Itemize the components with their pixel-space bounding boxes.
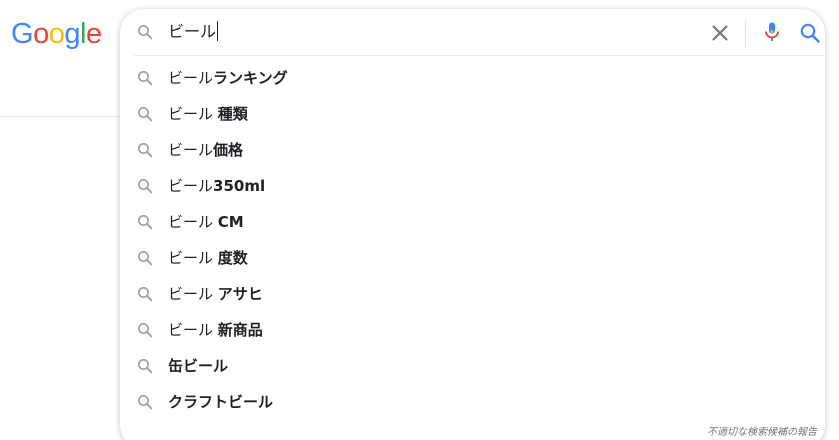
search-icon — [138, 25, 153, 40]
suggestion-completion: アサヒ — [217, 285, 263, 303]
search-icon — [138, 107, 153, 122]
suggestion-text: ビール 新商品 — [168, 312, 263, 348]
search-icon — [138, 143, 153, 158]
suggestion-text: ビール 種類 — [168, 96, 248, 132]
search-icon[interactable] — [798, 21, 822, 45]
suggestion-item[interactable]: ビール 新商品 — [120, 312, 825, 348]
search-suggestion-panel: ビール ビールランキング ビール 種類 ビール価格 ビール350ml ビール C… — [120, 9, 825, 440]
button-divider — [745, 19, 746, 47]
suggestion-text: ビール CM — [168, 204, 244, 240]
suggestion-completion: 価格 — [213, 141, 244, 159]
suggestion-prefix: ビール — [168, 285, 218, 303]
search-query-text: ビール — [168, 22, 217, 41]
suggestion-completion: 度数 — [217, 249, 248, 267]
search-icon — [138, 251, 153, 266]
suggestion-completion: 種類 — [217, 105, 248, 123]
suggestion-prefix: ビール — [168, 213, 218, 231]
suggestion-item[interactable]: クラフトビール — [120, 384, 825, 420]
suggestion-item[interactable]: ビール 度数 — [120, 240, 825, 276]
google-logo[interactable]: Google — [11, 14, 102, 54]
report-inappropriate-predictions-link[interactable]: 不適切な検索候補の報告 — [707, 423, 817, 438]
suggestion-divider — [134, 55, 825, 56]
suggestion-completion: 350ml — [213, 177, 266, 195]
microphone-icon[interactable] — [760, 20, 784, 44]
suggestion-text: ビール価格 — [168, 132, 243, 168]
suggestion-item[interactable]: ビール 種類 — [120, 96, 825, 132]
suggestion-item[interactable]: ビール350ml — [120, 168, 825, 204]
logo-letter: G — [11, 18, 34, 50]
text-caret — [217, 21, 219, 41]
suggestion-text: ビール 度数 — [168, 240, 248, 276]
suggestion-item[interactable]: 缶ビール — [120, 348, 825, 384]
logo-letter: e — [85, 18, 102, 50]
suggestion-completion: 缶ビール — [168, 357, 229, 375]
search-icon — [138, 359, 153, 374]
suggestion-prefix: ビール — [168, 177, 214, 195]
logo-letter: g — [64, 18, 80, 50]
suggestion-completion: 新商品 — [217, 321, 263, 339]
suggestion-prefix: ビール — [168, 141, 214, 159]
close-icon[interactable] — [708, 21, 732, 45]
search-icon — [138, 215, 153, 230]
search-icon — [138, 323, 153, 338]
search-icon — [138, 71, 153, 86]
header-divider — [0, 116, 120, 117]
suggestion-text: ビール350ml — [168, 168, 265, 204]
search-icon — [138, 179, 153, 194]
suggestion-text: ビールランキング — [168, 60, 288, 96]
suggestion-prefix: ビール — [168, 105, 218, 123]
suggestion-prefix: ビール — [168, 69, 214, 87]
suggestion-item[interactable]: ビールランキング — [120, 60, 825, 96]
search-icon — [138, 395, 153, 410]
suggestion-text: 缶ビール — [168, 348, 228, 384]
suggestion-completion: クラフトビール — [168, 393, 274, 411]
suggestion-completion: ランキング — [213, 69, 288, 87]
suggestion-item[interactable]: ビール CM — [120, 204, 825, 240]
logo-letter: o — [48, 18, 65, 50]
search-input[interactable]: ビール — [168, 18, 688, 46]
logo-letter: o — [33, 18, 49, 50]
suggestion-item[interactable]: ビール アサヒ — [120, 276, 825, 312]
suggestion-prefix: ビール — [168, 321, 218, 339]
search-icon — [138, 287, 153, 302]
suggestion-item[interactable]: ビール価格 — [120, 132, 825, 168]
suggestion-completion: CM — [217, 213, 244, 231]
suggestion-text: ビール アサヒ — [168, 276, 263, 312]
page: Google ビール ビールランキング ビール 種類 ビール価格 ビール350m… — [0, 0, 839, 440]
search-box: ビール — [120, 9, 825, 55]
suggestion-list: ビールランキング ビール 種類 ビール価格 ビール350ml ビール CM ビー… — [120, 60, 825, 420]
suggestion-prefix: ビール — [168, 249, 218, 267]
suggestion-text: クラフトビール — [168, 384, 273, 420]
